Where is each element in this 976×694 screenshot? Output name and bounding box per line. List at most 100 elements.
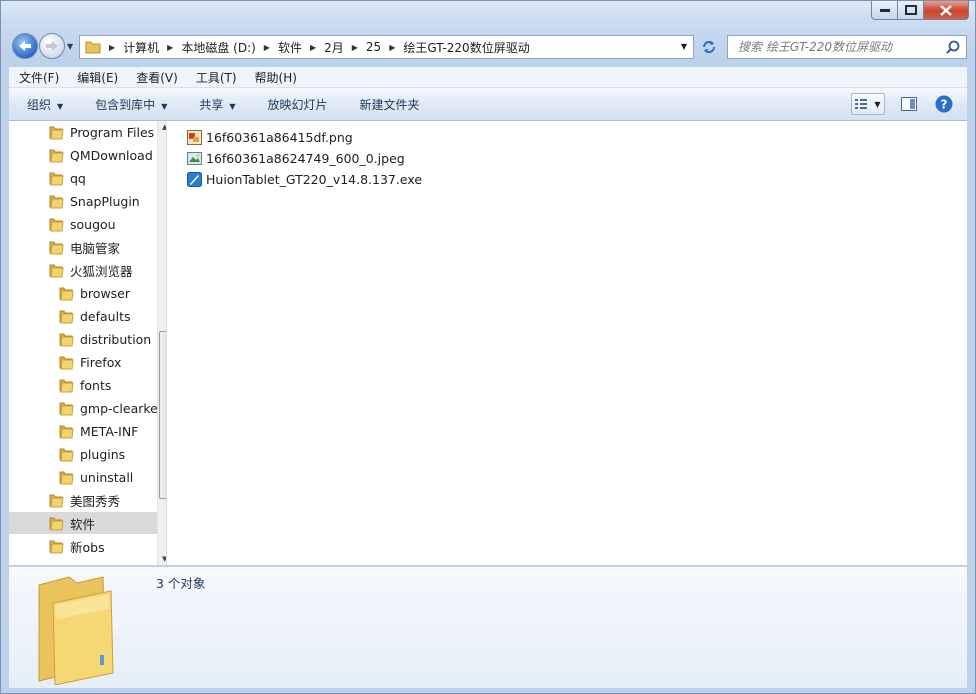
list-item[interactable]: HuionTablet_GT220_v14.8.137.exe	[187, 169, 422, 189]
folder-icon	[59, 379, 74, 392]
folder-icon	[59, 425, 74, 438]
breadcrumb-separator-icon[interactable]: ▶	[310, 43, 316, 52]
folder-icon	[59, 310, 74, 323]
back-button[interactable]	[12, 33, 38, 59]
folder-icon	[49, 149, 64, 162]
preview-pane-button[interactable]	[897, 93, 921, 115]
slideshow-button[interactable]: 放映幻灯片	[250, 96, 342, 113]
refresh-icon	[703, 41, 715, 53]
navigation-pane[interactable]: Program Files QMDownload qq SnapPlugin sougo…	[9, 121, 166, 565]
new-folder-button[interactable]: 新建文件夹	[342, 96, 434, 113]
tree-item[interactable]: defaults	[9, 305, 131, 327]
tree-item-label: fonts	[80, 377, 112, 393]
tree-item[interactable]: SnapPlugin	[9, 190, 140, 212]
help-button[interactable]: ?	[933, 93, 955, 115]
dropdown-arrow-icon: ▼	[161, 101, 168, 111]
jpeg-image-icon	[187, 151, 202, 165]
tree-item-label: qq	[70, 170, 86, 186]
folder-icon	[49, 172, 64, 185]
tree-item-label: distribution	[80, 331, 152, 347]
tree-item-label: 软件	[70, 516, 96, 532]
tree-item[interactable]: Program Files	[9, 121, 154, 143]
menu-tools[interactable]: 工具(T)	[186, 69, 245, 86]
folder-icon	[59, 448, 74, 461]
tree-item-label: 火狐浏览器	[70, 263, 133, 279]
tree-item[interactable]: fonts	[9, 374, 111, 396]
search-icon[interactable]	[946, 40, 960, 54]
breadcrumb-25[interactable]: 25	[366, 40, 381, 54]
png-image-icon	[187, 129, 202, 145]
tree-item[interactable]: 电脑管家	[9, 236, 120, 258]
tree-item[interactable]: Firefox	[9, 351, 121, 373]
breadcrumb-current-folder[interactable]: 绘王GT-220数位屏驱动	[403, 39, 529, 56]
folder-icon	[59, 356, 74, 369]
maximize-button[interactable]	[898, 1, 924, 20]
organize-button[interactable]: 组织 ▼	[9, 96, 77, 113]
tree-item[interactable]: browser	[9, 282, 130, 304]
maximize-icon	[904, 5, 917, 15]
tree-item[interactable]: META-INF	[9, 420, 138, 442]
menu-view[interactable]: 查看(V)	[126, 69, 186, 86]
breadcrumb-separator-icon[interactable]: ▶	[264, 43, 270, 52]
minimize-button[interactable]	[871, 1, 898, 20]
navigation-bar: ▼ ▶ 计算机 ▶ 本地磁盘 (D:) ▶ 软件 ▶ 2月 ▶ 25 ▶ 绘王G…	[1, 31, 976, 63]
tree-item[interactable]: 软件	[9, 512, 166, 534]
svg-text:?: ?	[941, 98, 948, 112]
tree-item[interactable]: qq	[9, 167, 86, 189]
breadcrumb-february[interactable]: 2月	[324, 39, 344, 56]
tree-item[interactable]: distribution	[9, 328, 151, 350]
tree-item[interactable]: 新obs	[9, 535, 105, 557]
breadcrumb-computer[interactable]: 计算机	[123, 39, 159, 56]
forward-arrow-icon	[46, 41, 58, 51]
menu-file[interactable]: 文件(F)	[9, 69, 67, 86]
search-input[interactable]	[736, 39, 940, 55]
tree-item[interactable]: uninstall	[9, 466, 133, 488]
tree-item[interactable]: QMDownload	[9, 144, 153, 166]
help-icon: ?	[935, 95, 953, 113]
recent-pages-dropdown-icon[interactable]: ▼	[67, 42, 73, 51]
include-in-library-button[interactable]: 包含到库中 ▼	[77, 96, 181, 113]
folder-icon	[49, 218, 64, 231]
tree-item[interactable]: gmp-clearkey	[9, 397, 165, 419]
share-button[interactable]: 共享 ▼	[181, 96, 249, 113]
tree-item[interactable]: 火狐浏览器	[9, 259, 133, 281]
tree-item-label: SnapPlugin	[70, 193, 140, 209]
folder-icon	[49, 195, 64, 208]
menu-edit[interactable]: 编辑(E)	[67, 69, 126, 86]
forward-button[interactable]	[39, 33, 65, 59]
refresh-button[interactable]	[697, 35, 721, 59]
breadcrumb-software[interactable]: 软件	[278, 39, 302, 56]
file-list[interactable]: 16f60361a86415df.png 16f60361a8624749_60…	[167, 121, 967, 565]
address-dropdown-icon[interactable]: ▼	[681, 42, 687, 51]
more-options-icon[interactable]: ▼	[874, 100, 880, 109]
tree-item-label: gmp-clearkey	[80, 400, 166, 416]
breadcrumb-separator-icon[interactable]: ▶	[389, 43, 395, 52]
list-item[interactable]: 16f60361a86415df.png	[187, 127, 353, 147]
address-bar[interactable]: ▶ 计算机 ▶ 本地磁盘 (D:) ▶ 软件 ▶ 2月 ▶ 25 ▶ 绘王GT-…	[79, 35, 694, 59]
folder-icon	[59, 471, 74, 484]
menu-help[interactable]: 帮助(H)	[245, 69, 305, 86]
tree-item[interactable]: plugins	[9, 443, 125, 465]
close-button[interactable]	[924, 1, 969, 20]
file-name: HuionTablet_GT220_v14.8.137.exe	[206, 171, 423, 187]
search-box[interactable]	[727, 35, 967, 59]
organize-label: 组织	[27, 97, 52, 112]
folder-icon	[59, 287, 74, 300]
tree-item-label: 美图秀秀	[70, 493, 121, 509]
folder-icon	[49, 126, 64, 139]
tree-item[interactable]: sougou	[9, 213, 116, 235]
caption-buttons	[871, 1, 969, 20]
list-item[interactable]: 16f60361a8624749_600_0.jpeg	[187, 148, 405, 168]
navigation-scrollbar[interactable]: ▲ ≡ ▼	[157, 121, 166, 565]
breadcrumb-separator-icon[interactable]: ▶	[109, 43, 115, 52]
breadcrumb-separator-icon[interactable]: ▶	[167, 43, 173, 52]
exe-app-icon	[187, 171, 202, 187]
menu-bar: 文件(F) 编辑(E) 查看(V) 工具(T) 帮助(H)	[9, 67, 967, 88]
breadcrumb-separator-icon[interactable]: ▶	[352, 43, 358, 52]
breadcrumb-drive-d[interactable]: 本地磁盘 (D:)	[181, 39, 255, 56]
change-view-button[interactable]: ▼	[851, 93, 885, 115]
scrollbar-thumb[interactable]: ≡	[159, 331, 166, 499]
details-pane: 3 个对象	[9, 566, 967, 688]
command-bar: 组织 ▼ 包含到库中 ▼ 共享 ▼ 放映幻灯片 新建文件夹 ▼ ?	[9, 88, 967, 121]
tree-item[interactable]: 美图秀秀	[9, 489, 120, 511]
